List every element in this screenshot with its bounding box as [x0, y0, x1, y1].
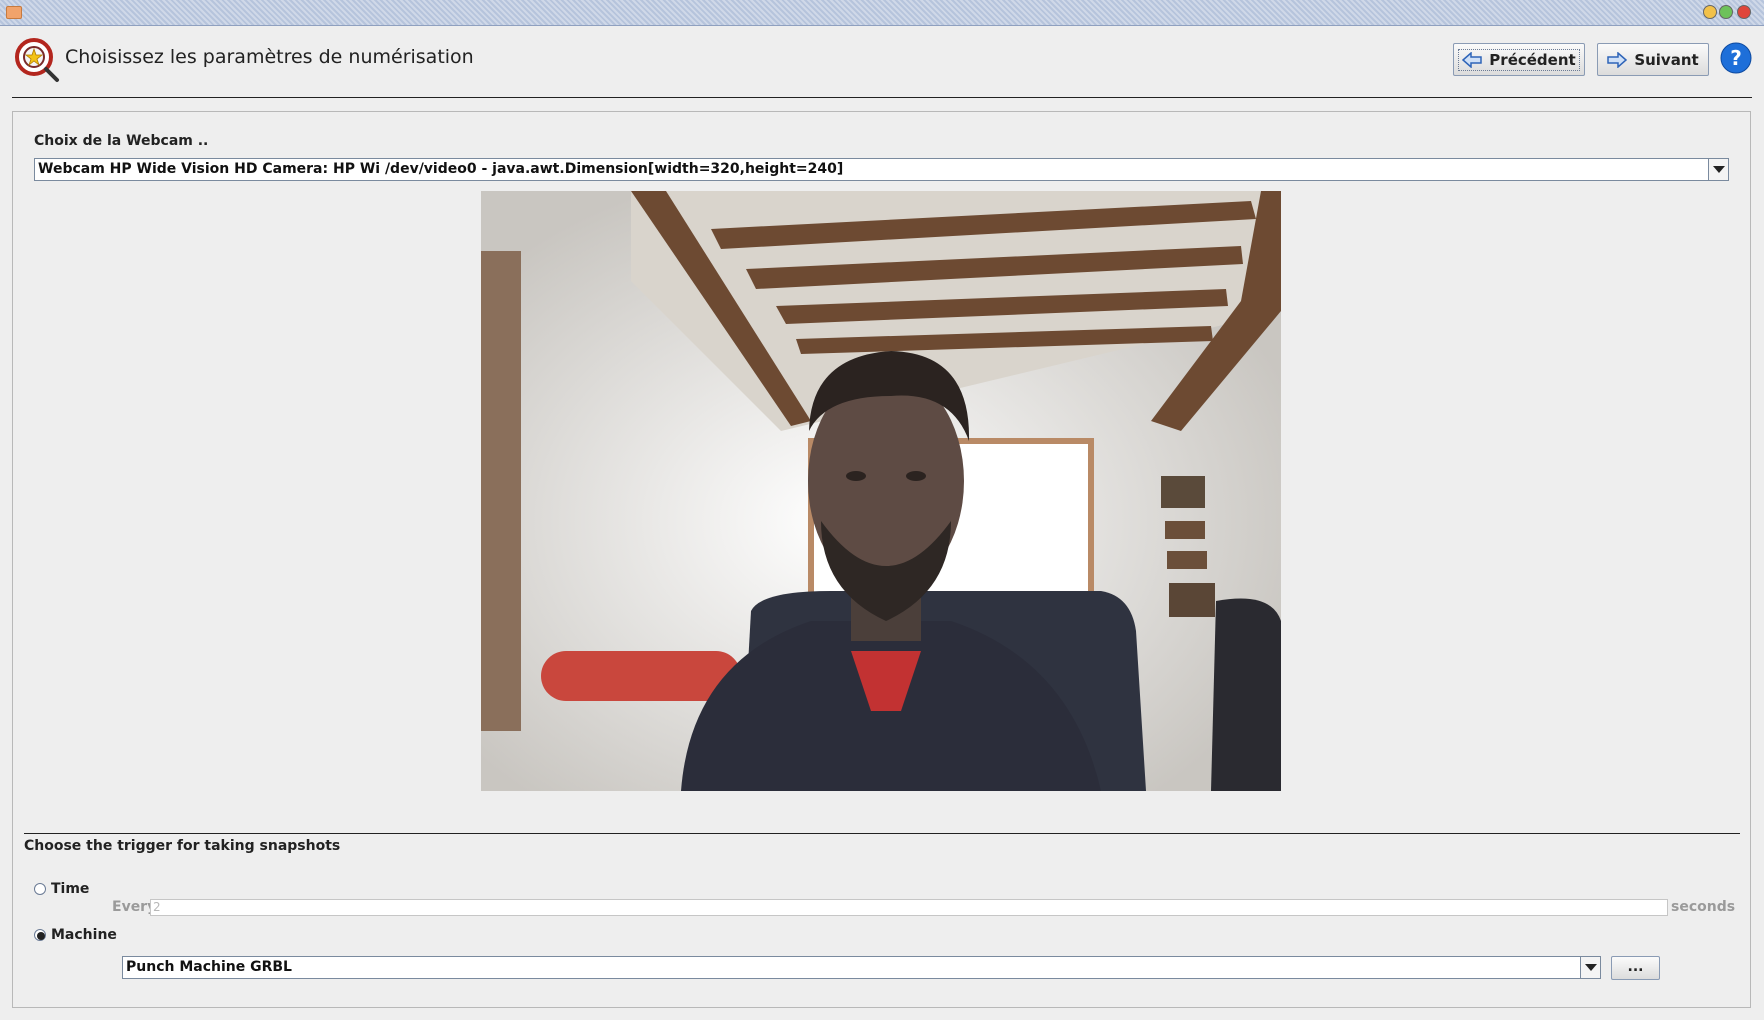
help-icon[interactable]: ?: [1720, 42, 1752, 74]
previous-button[interactable]: Précédent: [1453, 43, 1585, 76]
seconds-label: seconds: [1671, 899, 1736, 915]
trigger-section-divider: [24, 833, 1740, 834]
webcam-dropdown-arrow-icon[interactable]: [1708, 159, 1728, 180]
webcam-frame-image: [481, 191, 1281, 791]
time-radio-label[interactable]: Time: [51, 881, 89, 897]
interval-seconds-field[interactable]: 2: [150, 899, 1668, 916]
page-title: Choisissez les paramètres de numérisatio…: [65, 46, 474, 68]
maximize-icon[interactable]: [1719, 5, 1733, 19]
machine-select-value: Punch Machine GRBL: [126, 959, 292, 975]
interval-seconds-value: 2: [153, 900, 161, 914]
next-button[interactable]: Suivant: [1597, 43, 1709, 76]
arrow-right-icon: [1607, 51, 1628, 68]
help-label: ?: [1730, 46, 1742, 70]
window-menu-icon[interactable]: [6, 6, 22, 19]
webcam-select-value: Webcam HP Wide Vision HD Camera: HP Wi /…: [38, 161, 844, 177]
close-icon[interactable]: [1737, 5, 1751, 19]
machine-select[interactable]: Punch Machine GRBL: [122, 956, 1601, 979]
header-divider: [12, 97, 1752, 98]
time-radio[interactable]: [34, 883, 46, 895]
machine-radio-label[interactable]: Machine: [51, 927, 117, 943]
webcam-preview: [481, 191, 1281, 791]
machine-radio[interactable]: [34, 929, 46, 941]
window-titlebar[interactable]: [0, 0, 1764, 26]
machine-settings-button[interactable]: ...: [1611, 956, 1660, 980]
scan-wizard-icon: [15, 38, 59, 82]
minimize-icon[interactable]: [1703, 5, 1717, 19]
next-button-label: Suivant: [1634, 50, 1699, 69]
webcam-label: Choix de la Webcam ..: [34, 133, 209, 149]
machine-dropdown-arrow-icon[interactable]: [1580, 957, 1600, 978]
webcam-select[interactable]: Webcam HP Wide Vision HD Camera: HP Wi /…: [34, 158, 1729, 181]
trigger-section-title: Choose the trigger for taking snapshots: [24, 838, 341, 854]
previous-button-label: Précédent: [1489, 50, 1576, 69]
arrow-left-icon: [1462, 51, 1483, 68]
